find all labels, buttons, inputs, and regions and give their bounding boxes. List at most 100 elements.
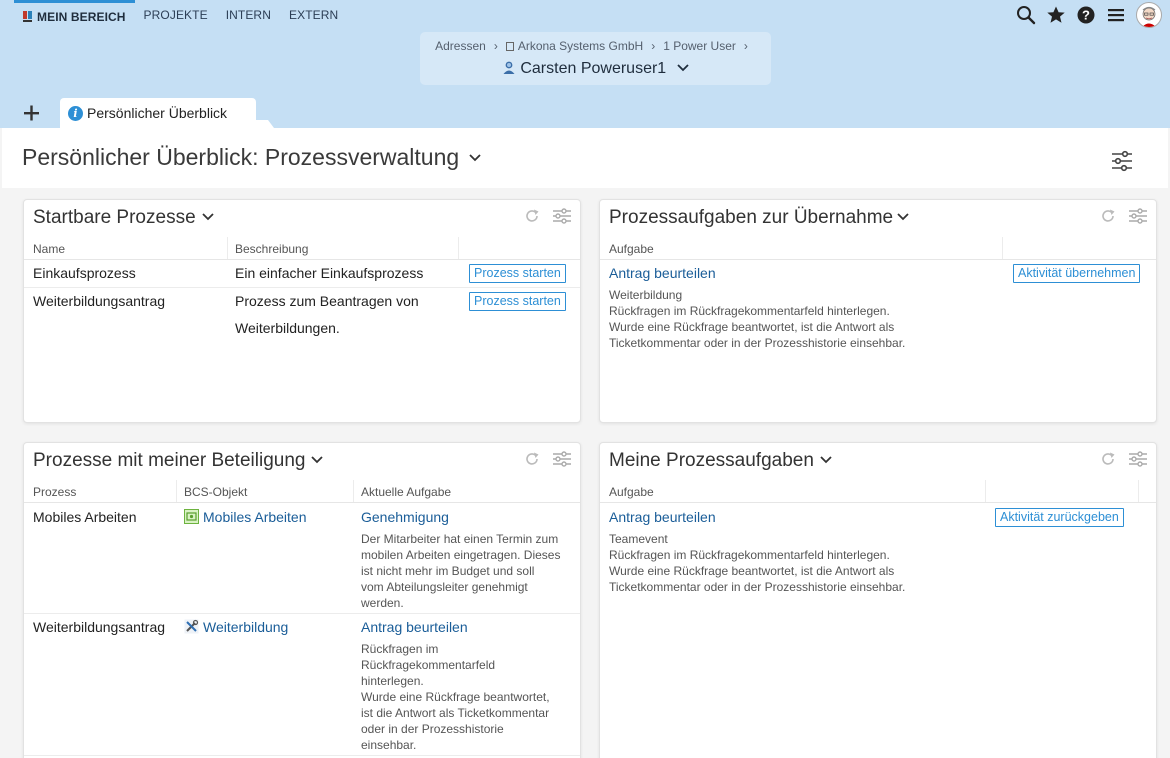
process-name: Einkaufsprozess <box>33 265 136 281</box>
task-description-line: ist die Antwort als Ticketkommentar <box>361 706 550 720</box>
dashboard-icon <box>23 11 33 22</box>
help-icon[interactable]: ? <box>1076 5 1096 25</box>
avatar-face-icon <box>1142 6 1156 27</box>
nav-label: EXTERN <box>288 8 339 22</box>
company-icon <box>505 42 514 51</box>
sliders-icon[interactable] <box>1128 451 1148 467</box>
breadcrumb-item-adressen[interactable]: Adressen <box>435 39 486 53</box>
column-header-aufgabe[interactable]: Aufgabe <box>609 485 654 499</box>
nav-label: PROJEKTE <box>143 8 208 22</box>
panel-title-text: Prozesse mit meiner Beteiligung <box>33 450 306 471</box>
bcs-object-link[interactable]: Mobiles Arbeiten <box>184 509 307 525</box>
mobile-work-icon <box>184 509 199 524</box>
page-title-text: Persönlicher Überblick: Prozessverwaltun… <box>22 144 460 170</box>
process-description-line: Weiterbildungen. <box>235 320 340 336</box>
nav-intern[interactable]: INTERN <box>217 0 280 30</box>
current-task-link[interactable]: Antrag beurteilen <box>361 619 468 635</box>
task-link[interactable]: Antrag beurteilen <box>609 265 716 281</box>
refresh-icon[interactable] <box>1100 208 1116 224</box>
table-header: Name Beschreibung <box>24 237 580 260</box>
take-over-activity-button[interactable]: Aktivität übernehmen <box>1013 264 1141 283</box>
search-icon[interactable] <box>1016 5 1036 25</box>
column-header-aufgabe[interactable]: Aufgabe <box>609 242 654 256</box>
nav-extern[interactable]: EXTERN <box>280 0 347 30</box>
tools-icon <box>184 619 199 634</box>
add-tab-button[interactable] <box>20 104 44 122</box>
page-title[interactable]: Persönlicher Überblick: Prozessverwaltun… <box>22 144 481 171</box>
nav-mein-bereich[interactable]: MEIN BEREICH <box>14 0 135 30</box>
column-header-bcs-objekt[interactable]: BCS-Objekt <box>184 485 247 499</box>
table-header: Prozess BCS-Objekt Aktuelle Aufgabe <box>24 480 580 503</box>
user-avatar[interactable] <box>1136 2 1162 28</box>
task-description: Der Mitarbeiter hat einen Termin zum mob… <box>361 531 560 611</box>
person-name: Carsten Poweruser1 <box>520 60 667 77</box>
panel-title[interactable]: Meine Prozessaufgaben <box>609 450 832 472</box>
task-context: Teamevent <box>609 532 668 546</box>
column-divider <box>353 480 354 502</box>
current-task-link[interactable]: Genehmigung <box>361 509 449 525</box>
breadcrumb-panel: Adressen › Arkona Systems GmbH › 1 Power Use… <box>420 32 771 85</box>
task-description-line: Ticketkommentar oder in der Prozesshisto… <box>609 336 906 350</box>
column-header-beschreibung[interactable]: Beschreibung <box>235 242 308 256</box>
task-description-line: oder in der Prozesshistorie <box>361 722 504 736</box>
process-description: Ein einfacher Einkaufsprozess <box>235 265 424 281</box>
table-header: Aufgabe <box>600 237 1156 260</box>
task-details: Teamevent Rückfragen im Rückfragekomment… <box>609 531 905 595</box>
bcs-object-label: Weiterbildung <box>203 619 289 635</box>
column-header-prozess[interactable]: Prozess <box>33 485 76 499</box>
bcs-object-label: Mobiles Arbeiten <box>203 509 307 525</box>
task-link[interactable]: Antrag beurteilen <box>609 509 716 525</box>
chevron-down-icon <box>677 64 689 72</box>
sliders-icon[interactable] <box>552 451 572 467</box>
start-process-button[interactable]: Prozess starten <box>469 292 566 311</box>
panel-title-text: Startbare Prozesse <box>33 207 196 228</box>
page-settings-button[interactable] <box>1110 150 1134 172</box>
panel-title[interactable]: Prozessaufgaben zur Übernahme <box>609 207 909 229</box>
task-description-line: Wurde eine Rückfrage beantwortet, ist di… <box>609 564 895 578</box>
panel-meine-prozessaufgaben: Meine Prozessaufgaben Aufgabe Antrag beu… <box>599 442 1157 758</box>
task-description-line: mobilen Arbeiten eingetragen. Dieses <box>361 548 561 562</box>
panel-prozessaufgaben-uebernahme: Prozessaufgaben zur Übernahme Aufgabe An… <box>599 199 1157 423</box>
row-divider <box>24 287 580 288</box>
breadcrumb-separator: › <box>493 39 498 53</box>
sliders-icon <box>1112 150 1132 172</box>
task-description-line: Rückfragekommentarfeld <box>361 658 496 672</box>
sliders-icon[interactable] <box>552 208 572 224</box>
bcs-object-link[interactable]: Weiterbildung <box>184 619 288 635</box>
column-header-aktuelle-aufgabe[interactable]: Aktuelle Aufgabe <box>361 485 451 499</box>
refresh-icon[interactable] <box>1100 451 1116 467</box>
tab-label: Persönlicher Überblick <box>87 105 228 121</box>
refresh-icon[interactable] <box>524 451 540 467</box>
person-icon <box>503 61 515 74</box>
sliders-icon[interactable] <box>1128 208 1148 224</box>
task-description-line: Rückfragen im Rückfragekommentarfeld hin… <box>609 548 890 562</box>
panel-tools <box>524 451 572 467</box>
breadcrumb-item-user[interactable]: 1 Power User <box>663 39 736 53</box>
chevron-down-icon <box>469 154 481 162</box>
column-divider <box>1138 480 1139 502</box>
star-icon[interactable] <box>1046 5 1066 25</box>
row-divider <box>24 613 580 614</box>
column-divider <box>176 480 177 502</box>
task-description-line: Ticketkommentar oder in der Prozesshisto… <box>609 580 906 594</box>
return-activity-button[interactable]: Aktivität zurückgeben <box>995 508 1124 527</box>
breadcrumb-separator: › <box>743 39 748 53</box>
chevron-down-icon <box>202 213 214 221</box>
task-description-line: Rückfragen im <box>361 642 439 656</box>
breadcrumb-item-company[interactable]: Arkona Systems GmbH <box>518 39 643 53</box>
start-process-button[interactable]: Prozess starten <box>469 264 566 283</box>
panel-startbare-prozesse: Startbare Prozesse Name Beschreibung Ein… <box>23 199 581 423</box>
task-description-line: Wurde eine Rückfrage beantwortet, <box>361 690 550 704</box>
process-description-line: Prozess zum Beantragen von <box>235 293 419 309</box>
refresh-icon[interactable] <box>524 208 540 224</box>
tab-persoenlicher-ueberblick[interactable]: i Persönlicher Überblick <box>60 98 256 128</box>
panel-title[interactable]: Startbare Prozesse <box>33 207 214 229</box>
task-description-line: werden. <box>361 596 404 610</box>
nav-projekte[interactable]: PROJEKTE <box>135 0 217 30</box>
person-selector[interactable]: Carsten Poweruser1 <box>420 60 771 78</box>
main-navigation: MEIN BEREICH PROJEKTE INTERN EXTERN <box>14 0 347 30</box>
column-header-name[interactable]: Name <box>33 242 65 256</box>
panel-tools <box>1100 451 1148 467</box>
panel-title[interactable]: Prozesse mit meiner Beteiligung <box>33 450 324 472</box>
menu-icon[interactable] <box>1106 5 1126 25</box>
